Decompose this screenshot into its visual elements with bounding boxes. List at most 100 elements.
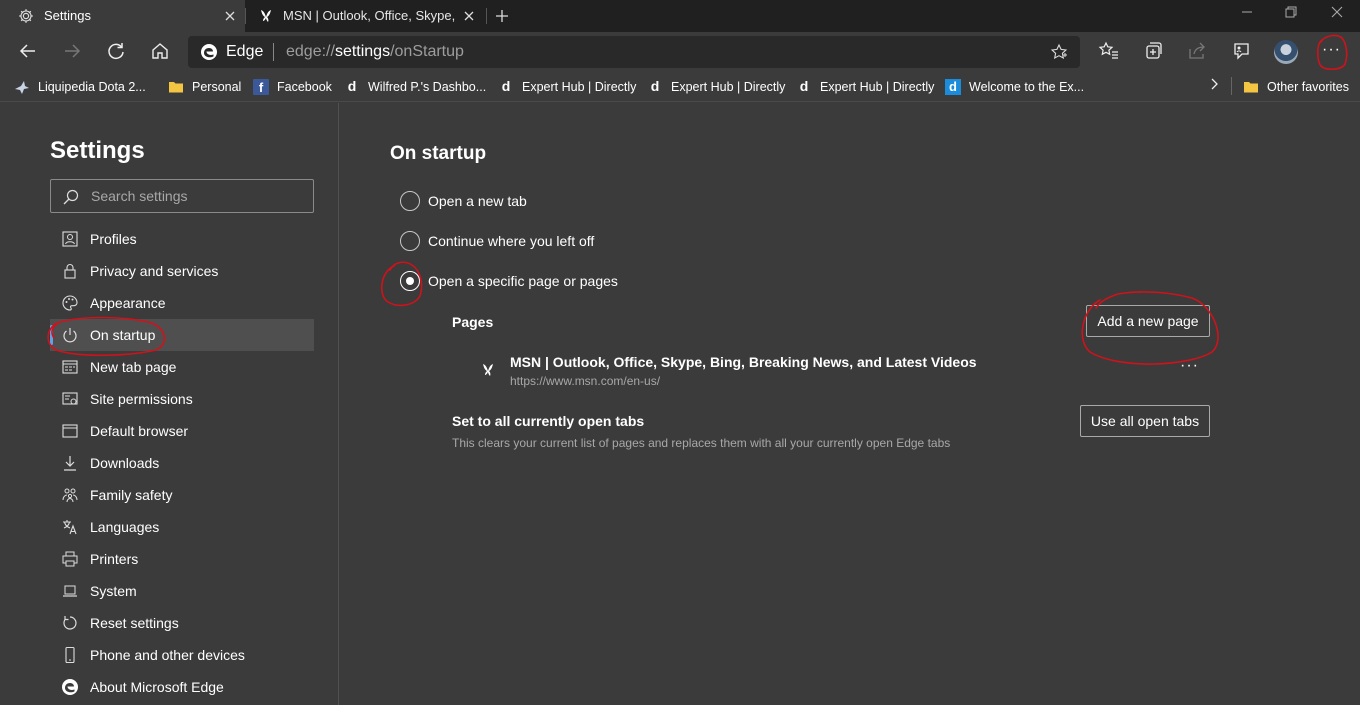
power-icon (63, 328, 77, 343)
tab-title: MSN | Outlook, Office, Skype, Bing, Brea… (283, 8, 455, 23)
favorites-divider (1231, 77, 1232, 95)
sidebar-item-about-edge[interactable]: About Microsoft Edge (50, 671, 314, 703)
profile-avatar[interactable] (1274, 40, 1298, 64)
msn-butterfly-icon (483, 364, 493, 376)
tab-strip: Settings MSN | Outlook, Office, Skype, B… (0, 0, 1360, 32)
palette-icon (62, 295, 78, 311)
other-favorites-folder[interactable]: Other favorites (1243, 77, 1349, 97)
favorite-item[interactable]: Liquipedia Dota 2... (14, 77, 146, 97)
directly-d-icon: d (347, 78, 357, 94)
sidebar-title: Settings (50, 137, 145, 164)
close-icon[interactable] (223, 9, 237, 23)
favorite-folder[interactable]: Personal (168, 77, 241, 97)
sidebar-item-family-safety[interactable]: Family safety (50, 479, 314, 511)
favorite-item[interactable]: d Welcome to the Ex... (945, 77, 1084, 97)
page-title: On startup (390, 143, 487, 164)
favorite-item[interactable]: d Expert Hub | Directly (647, 77, 786, 97)
directly-d-icon: d (501, 78, 511, 94)
chevron-right-icon[interactable] (1208, 77, 1220, 91)
sidebar-item-profiles[interactable]: Profiles (50, 223, 314, 255)
sidebar-item-reset-settings[interactable]: Reset settings (50, 607, 314, 639)
folder-icon (169, 82, 183, 93)
startup-page-title: MSN | Outlook, Office, Skype, Bing, Brea… (510, 354, 977, 370)
search-settings-box[interactable] (50, 179, 314, 213)
favorite-item[interactable]: d Wilfred P.'s Dashbo... (344, 77, 486, 97)
profile-icon (62, 231, 78, 247)
add-favorite-star-icon[interactable] (1050, 43, 1068, 61)
minimize-icon[interactable] (1240, 5, 1254, 19)
sidebar-item-printers[interactable]: Printers (50, 543, 314, 575)
printer-icon (62, 551, 78, 567)
new-tab-icon (62, 360, 78, 374)
laptop-icon (63, 585, 77, 597)
sidebar-item-downloads[interactable]: Downloads (50, 447, 314, 479)
startup-page-url: https://www.msn.com/en-us/ (510, 374, 661, 388)
pages-heading: Pages (452, 314, 494, 330)
download-icon (64, 456, 76, 471)
address-divider (273, 43, 274, 61)
startup-option-continue[interactable]: Continue where you left off (400, 230, 594, 252)
sidebar-item-privacy[interactable]: Privacy and services (50, 255, 314, 287)
set-open-tabs-description: This clears your current list of pages a… (452, 436, 951, 450)
liquipedia-icon (15, 81, 29, 94)
url-text[interactable]: edge://settings/onStartup (286, 43, 464, 61)
window-close-icon[interactable] (1330, 5, 1344, 19)
page-more-actions-button[interactable]: ··· (1180, 357, 1199, 375)
sidebar-item-system[interactable]: System (50, 575, 314, 607)
tab-divider (486, 8, 487, 24)
lock-icon (64, 264, 76, 279)
browser-icon (62, 424, 78, 438)
sidebar-item-languages[interactable]: Languages (50, 511, 314, 543)
radio-button[interactable] (400, 231, 420, 251)
reset-icon (63, 616, 77, 630)
radio-button[interactable] (400, 191, 420, 211)
startup-option-new-tab[interactable]: Open a new tab (400, 190, 527, 212)
sidebar-item-default-browser[interactable]: Default browser (50, 415, 314, 447)
directly-d-icon: d (799, 78, 809, 94)
add-new-page-button[interactable]: Add a new page (1086, 305, 1210, 337)
sidebar-item-site-permissions[interactable]: Site permissions (50, 383, 314, 415)
feedback-icon[interactable] (1230, 40, 1252, 62)
new-tab-plus-icon[interactable] (494, 8, 510, 24)
family-icon (62, 488, 78, 503)
edge-icon (62, 679, 78, 695)
edge-logo-icon (201, 44, 217, 60)
folder-icon (1244, 82, 1258, 93)
back-arrow-icon[interactable] (17, 40, 39, 62)
collections-icon[interactable] (1142, 40, 1164, 62)
home-icon[interactable] (149, 40, 171, 62)
languages-icon (63, 520, 77, 535)
site-permissions-icon (62, 392, 78, 405)
tab-settings[interactable]: Settings (0, 0, 245, 32)
favorite-item[interactable]: d Expert Hub | Directly (498, 77, 637, 97)
forward-arrow-icon[interactable] (61, 40, 83, 62)
sidebar-item-phone-devices[interactable]: Phone and other devices (50, 639, 314, 671)
gear-icon (19, 9, 33, 23)
settings-and-more-button[interactable]: ··· (1322, 41, 1341, 59)
phone-icon (65, 646, 75, 664)
tab-title: Settings (44, 8, 91, 23)
address-bar[interactable]: Edge edge://settings/onStartup (188, 36, 1080, 68)
msn-butterfly-icon (261, 10, 271, 22)
favorite-item[interactable]: f Facebook (253, 77, 332, 97)
close-icon[interactable] (462, 9, 476, 23)
settings-main: On startup Open a new tab Continue where… (340, 103, 1360, 705)
favorites-icon[interactable] (1098, 40, 1120, 62)
sidebar-item-new-tab-page[interactable]: New tab page (50, 351, 314, 383)
restore-icon[interactable] (1284, 5, 1298, 19)
startup-option-specific-pages[interactable]: Open a specific page or pages (400, 270, 618, 292)
sidebar-item-appearance[interactable]: Appearance (50, 287, 314, 319)
directly-blue-d-icon: d (945, 79, 961, 95)
set-open-tabs-heading: Set to all currently open tabs (452, 413, 645, 429)
favorite-item[interactable]: d Expert Hub | Directly (796, 77, 935, 97)
sidebar-item-on-startup[interactable]: On startup (50, 319, 314, 351)
settings-sidebar: Settings Profiles Privacy and services A… (0, 103, 339, 705)
radio-button-selected[interactable] (400, 271, 420, 291)
refresh-icon[interactable] (105, 40, 127, 62)
facebook-icon: f (253, 79, 269, 95)
toolbar: Edge edge://settings/onStartup ··· (0, 32, 1360, 72)
share-icon[interactable] (1186, 40, 1208, 62)
tab-msn[interactable]: MSN | Outlook, Office, Skype, Bing, Brea… (246, 0, 486, 32)
use-all-open-tabs-button[interactable]: Use all open tabs (1080, 405, 1210, 437)
search-input[interactable] (91, 186, 301, 206)
